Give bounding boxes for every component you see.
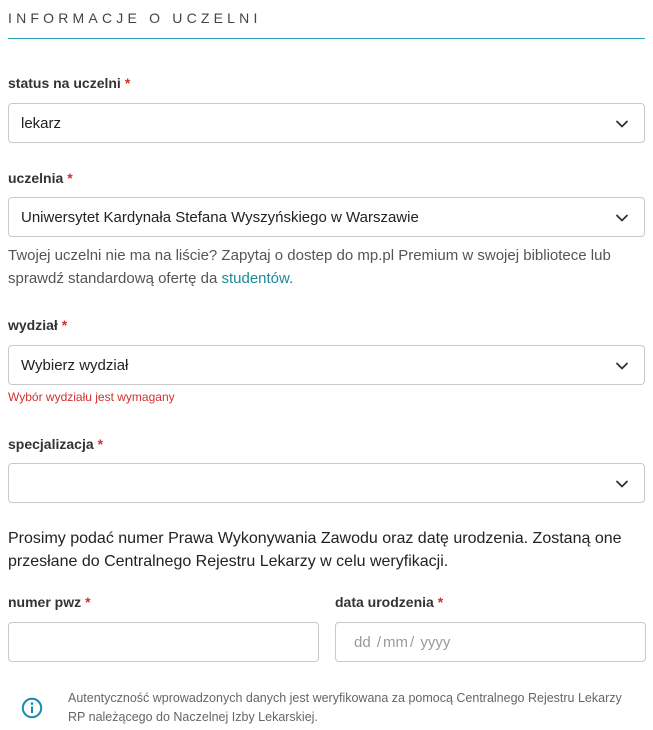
chevron-down-icon <box>616 362 628 370</box>
birthdate-month[interactable]: mm <box>383 634 408 651</box>
university-select[interactable]: Uniwersytet Kardynała Stefana Wyszyńskie… <box>8 197 645 237</box>
date-separator: / <box>410 634 415 651</box>
birthdate-day[interactable]: dd <box>354 634 371 651</box>
university-select-value: Uniwersytet Kardynała Stefana Wyszyńskie… <box>21 209 419 226</box>
required-marker: * <box>85 594 91 610</box>
section-divider <box>8 38 645 39</box>
pwz-input[interactable] <box>8 622 319 662</box>
required-marker: * <box>437 594 444 610</box>
section-title: INFORMACJE O UCZELNI <box>8 10 262 26</box>
verification-prompt: Prosimy podać numer Prawa Wykonywania Za… <box>8 530 622 570</box>
status-select-value: lekarz <box>21 115 62 132</box>
faculty-label: wydział * <box>8 317 67 333</box>
university-label-text: uczelnia <box>8 170 64 186</box>
chevron-down-icon <box>616 214 628 222</box>
verification-info-text: Autentyczność wprowadzonych danych jest … <box>68 691 622 724</box>
students-offer-link[interactable]: studentów <box>221 270 289 287</box>
specialization-select[interactable] <box>8 463 645 503</box>
info-circle-icon <box>21 697 43 719</box>
required-marker: * <box>67 170 73 186</box>
faculty-label-text: wydział <box>8 317 58 333</box>
required-marker: * <box>97 436 104 452</box>
date-separator: / <box>376 634 382 651</box>
university-hint-end: . <box>289 270 294 287</box>
birthdate-input[interactable]: dd / mm / yyyy <box>335 622 646 662</box>
birthdate-year[interactable]: yyyy <box>420 634 450 651</box>
chevron-down-icon <box>616 480 628 488</box>
birthdate-parts: dd / mm / yyyy <box>354 634 452 651</box>
faculty-select-placeholder: Wybierz wydział <box>21 357 129 374</box>
status-select[interactable]: lekarz <box>8 103 645 143</box>
required-marker: * <box>61 317 68 333</box>
specialization-label: specjalizacja * <box>8 436 103 452</box>
faculty-error: Wybór wydziału jest wymagany <box>8 390 175 404</box>
university-hint: Twojej uczelni nie ma na liście? Zapytaj… <box>8 244 638 290</box>
birthdate-label: data urodzenia * <box>335 594 443 610</box>
pwz-label-text: numer pwz <box>8 594 82 610</box>
chevron-down-icon <box>616 120 628 128</box>
birthdate-label-text: data urodzenia <box>335 594 434 610</box>
required-marker: * <box>124 75 131 91</box>
university-label: uczelnia * <box>8 170 73 186</box>
university-hint-text: Twojej uczelni nie ma na liście? Zapytaj… <box>8 247 611 287</box>
status-label-text: status na uczelni <box>8 75 121 91</box>
pwz-label: numer pwz * <box>8 594 91 610</box>
faculty-select[interactable]: Wybierz wydział <box>8 345 645 385</box>
specialization-label-text: specjalizacja <box>8 436 94 452</box>
status-label: status na uczelni * <box>8 75 130 91</box>
